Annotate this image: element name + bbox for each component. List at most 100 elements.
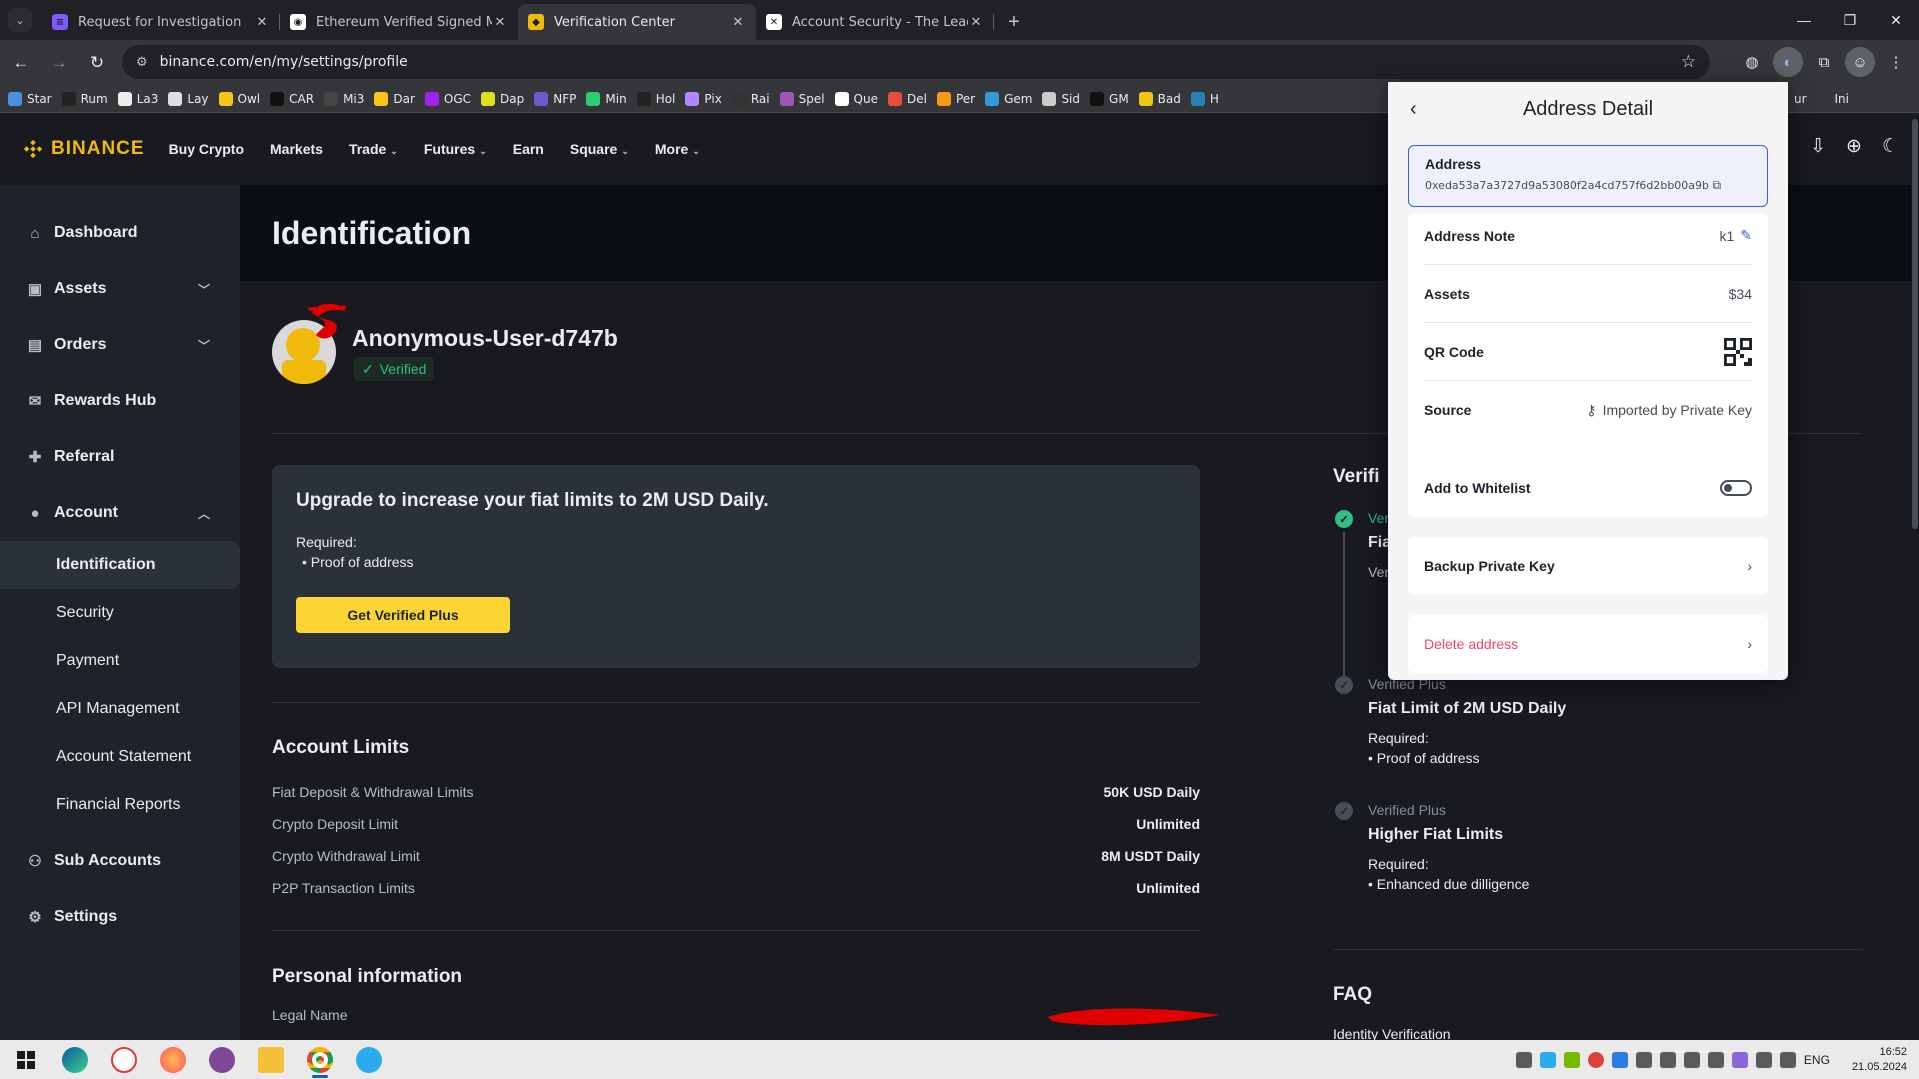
bookmark-item[interactable]: Owl bbox=[218, 91, 260, 106]
sidebar-subitem-payment[interactable]: Payment bbox=[0, 637, 240, 685]
tray-usb-icon[interactable] bbox=[1707, 1051, 1724, 1068]
tray-vpn-icon[interactable] bbox=[1683, 1051, 1700, 1068]
tray-shield-icon[interactable] bbox=[1611, 1051, 1628, 1068]
bookmark-item[interactable]: Mi3 bbox=[324, 91, 364, 106]
file-explorer-icon[interactable] bbox=[253, 1042, 289, 1078]
sidebar-item-dashboard[interactable]: ⌂ Dashboard bbox=[0, 205, 240, 261]
nav-buy-crypto[interactable]: Buy Crypto bbox=[169, 141, 244, 157]
bookmark-item[interactable]: Que bbox=[834, 91, 878, 106]
bookmark-item[interactable]: La3 bbox=[117, 91, 158, 106]
nav-trade[interactable]: Trade ⌄ bbox=[349, 141, 398, 157]
tray-wifi-icon[interactable] bbox=[1755, 1051, 1772, 1068]
back-icon[interactable]: ← bbox=[4, 46, 38, 80]
bookmark-item[interactable]: Dap bbox=[481, 91, 524, 106]
bookmark-item[interactable]: Sid bbox=[1042, 91, 1080, 106]
nav-markets[interactable]: Markets bbox=[270, 141, 323, 157]
tor-browser-icon[interactable] bbox=[204, 1042, 240, 1078]
download-icon[interactable]: ⇩ bbox=[1810, 135, 1826, 158]
nav-futures[interactable]: Futures ⌄ bbox=[424, 141, 487, 157]
bookmark-item[interactable]: Ini bbox=[1835, 92, 1849, 106]
bookmark-item[interactable]: Gem bbox=[985, 91, 1032, 106]
bookmark-item[interactable]: Dar bbox=[374, 91, 415, 106]
tray-nvidia-icon[interactable] bbox=[1563, 1051, 1580, 1068]
profile-avatar[interactable]: ☺ bbox=[1845, 47, 1875, 77]
bookmark-item[interactable]: Rai bbox=[731, 91, 770, 106]
reload-icon[interactable]: ↻ bbox=[80, 46, 114, 80]
whitelist-toggle[interactable] bbox=[1720, 480, 1752, 496]
tab-search-button[interactable]: ⌄ bbox=[8, 8, 32, 32]
bookmark-item[interactable]: GM bbox=[1090, 91, 1129, 106]
browser-tab[interactable]: ◉ Ethereum Verified Signed Mess✕ bbox=[280, 4, 518, 40]
tray-telegram-icon[interactable] bbox=[1539, 1051, 1556, 1068]
sidebar-subitem-account-statement[interactable]: Account Statement bbox=[0, 733, 240, 781]
bookmark-item[interactable]: Min bbox=[586, 91, 627, 106]
wallet-extension-icon[interactable]: ◐ bbox=[1773, 47, 1803, 77]
tray-app-icon[interactable] bbox=[1515, 1051, 1532, 1068]
bookmark-star-icon[interactable]: ☆ bbox=[1681, 52, 1696, 72]
nav-more[interactable]: More ⌄ bbox=[655, 141, 700, 157]
sidebar-item-account[interactable]: ● Account ︿ bbox=[0, 485, 240, 541]
sidebar-item-settings[interactable]: ⚙ Settings bbox=[0, 889, 240, 945]
bookmark-item[interactable]: H bbox=[1190, 91, 1219, 106]
get-verified-plus-button[interactable]: Get Verified Plus bbox=[296, 597, 510, 633]
browser-tab[interactable]: ◆ Verification Center ✕ bbox=[518, 4, 756, 40]
language-globe-icon[interactable]: ⊕ bbox=[1846, 135, 1862, 158]
qr-row[interactable]: QR Code bbox=[1424, 323, 1752, 381]
bookmark-item[interactable]: NFP bbox=[534, 91, 576, 106]
sidebar-subitem-identification[interactable]: Identification bbox=[0, 541, 240, 589]
note-row[interactable]: Address Note k1 ✎ bbox=[1424, 207, 1752, 265]
minimize-icon[interactable]: — bbox=[1781, 0, 1827, 40]
address-bar[interactable]: ⚙ binance.com/en/my/settings/profile ☆ bbox=[122, 45, 1710, 79]
tray-pen-icon[interactable] bbox=[1731, 1051, 1748, 1068]
chrome-menu-icon[interactable]: ⋮ bbox=[1881, 47, 1911, 77]
forward-icon[interactable]: → bbox=[42, 46, 76, 80]
copy-icon[interactable]: ⧉ bbox=[1713, 178, 1722, 192]
bookmark-item[interactable]: Bad bbox=[1138, 91, 1181, 106]
firefox-icon[interactable] bbox=[155, 1042, 191, 1078]
nav-square[interactable]: Square ⌄ bbox=[570, 141, 629, 157]
sidebar-subitem-security[interactable]: Security bbox=[0, 589, 240, 637]
restore-icon[interactable]: ❐ bbox=[1827, 0, 1873, 40]
edit-pencil-icon[interactable]: ✎ bbox=[1740, 227, 1752, 244]
bookmark-item[interactable]: OGC bbox=[424, 91, 471, 106]
bookmark-item[interactable]: Per bbox=[936, 91, 975, 106]
tray-network-icon[interactable] bbox=[1659, 1051, 1676, 1068]
sidebar-subitem-financial-reports[interactable]: Financial Reports bbox=[0, 781, 240, 829]
browser-tab[interactable]: ≡ Request for Investigation ✕ bbox=[42, 4, 280, 40]
theme-moon-icon[interactable]: ☾ bbox=[1882, 135, 1899, 158]
tab-close-icon[interactable]: ✕ bbox=[492, 15, 508, 30]
page-scrollbar[interactable] bbox=[1911, 113, 1919, 1040]
start-windows-icon[interactable] bbox=[8, 1042, 44, 1078]
tab-close-icon[interactable]: ✕ bbox=[968, 15, 984, 30]
sidebar-item-rewards-hub[interactable]: ✉ Rewards Hub bbox=[0, 373, 240, 429]
scrollbar-thumb[interactable] bbox=[1912, 119, 1918, 529]
chrome-icon[interactable] bbox=[302, 1042, 338, 1078]
qr-code-icon[interactable] bbox=[1724, 337, 1752, 366]
bookmark-item[interactable]: Star bbox=[8, 91, 52, 106]
bookmark-item[interactable]: Lay bbox=[168, 91, 209, 106]
site-info-icon[interactable]: ⚙ bbox=[136, 55, 148, 70]
address-card[interactable]: Address 0xeda53a7a3727d9a53080f2a4cd757f… bbox=[1408, 145, 1768, 207]
new-tab-icon[interactable]: + bbox=[1000, 8, 1028, 36]
tray-chrome-icon[interactable] bbox=[1587, 1051, 1604, 1068]
bookmark-item[interactable]: Hol bbox=[636, 91, 675, 106]
backup-key-row[interactable]: Backup Private Key › bbox=[1424, 537, 1752, 595]
bookmark-item[interactable]: Pix bbox=[685, 91, 722, 106]
bookmark-item[interactable]: Rum bbox=[61, 91, 108, 106]
sidebar-item-assets[interactable]: ▣ Assets ﹀ bbox=[0, 261, 240, 317]
globe-extension-icon[interactable]: ◍ bbox=[1737, 47, 1767, 77]
close-window-icon[interactable]: ✕ bbox=[1873, 0, 1919, 40]
sidebar-item-orders[interactable]: ▤ Orders ﹀ bbox=[0, 317, 240, 373]
binance-logo[interactable]: BINANCE bbox=[22, 138, 145, 160]
yandex-browser-icon[interactable] bbox=[106, 1042, 142, 1078]
tab-close-icon[interactable]: ✕ bbox=[730, 15, 746, 30]
tray-volume-icon[interactable] bbox=[1779, 1051, 1796, 1068]
language-indicator[interactable]: ENG bbox=[1804, 1053, 1830, 1067]
delete-address-row[interactable]: Delete address › bbox=[1424, 615, 1752, 673]
telegram-icon[interactable] bbox=[351, 1042, 387, 1078]
edge-icon[interactable] bbox=[57, 1042, 93, 1078]
bookmark-item[interactable]: CAR bbox=[270, 91, 314, 106]
bookmark-item[interactable]: Del bbox=[887, 91, 927, 106]
sidebar-item-referral[interactable]: ✚ Referral bbox=[0, 429, 240, 485]
clock[interactable]: 16:52 21.05.2024 bbox=[1852, 1045, 1907, 1075]
